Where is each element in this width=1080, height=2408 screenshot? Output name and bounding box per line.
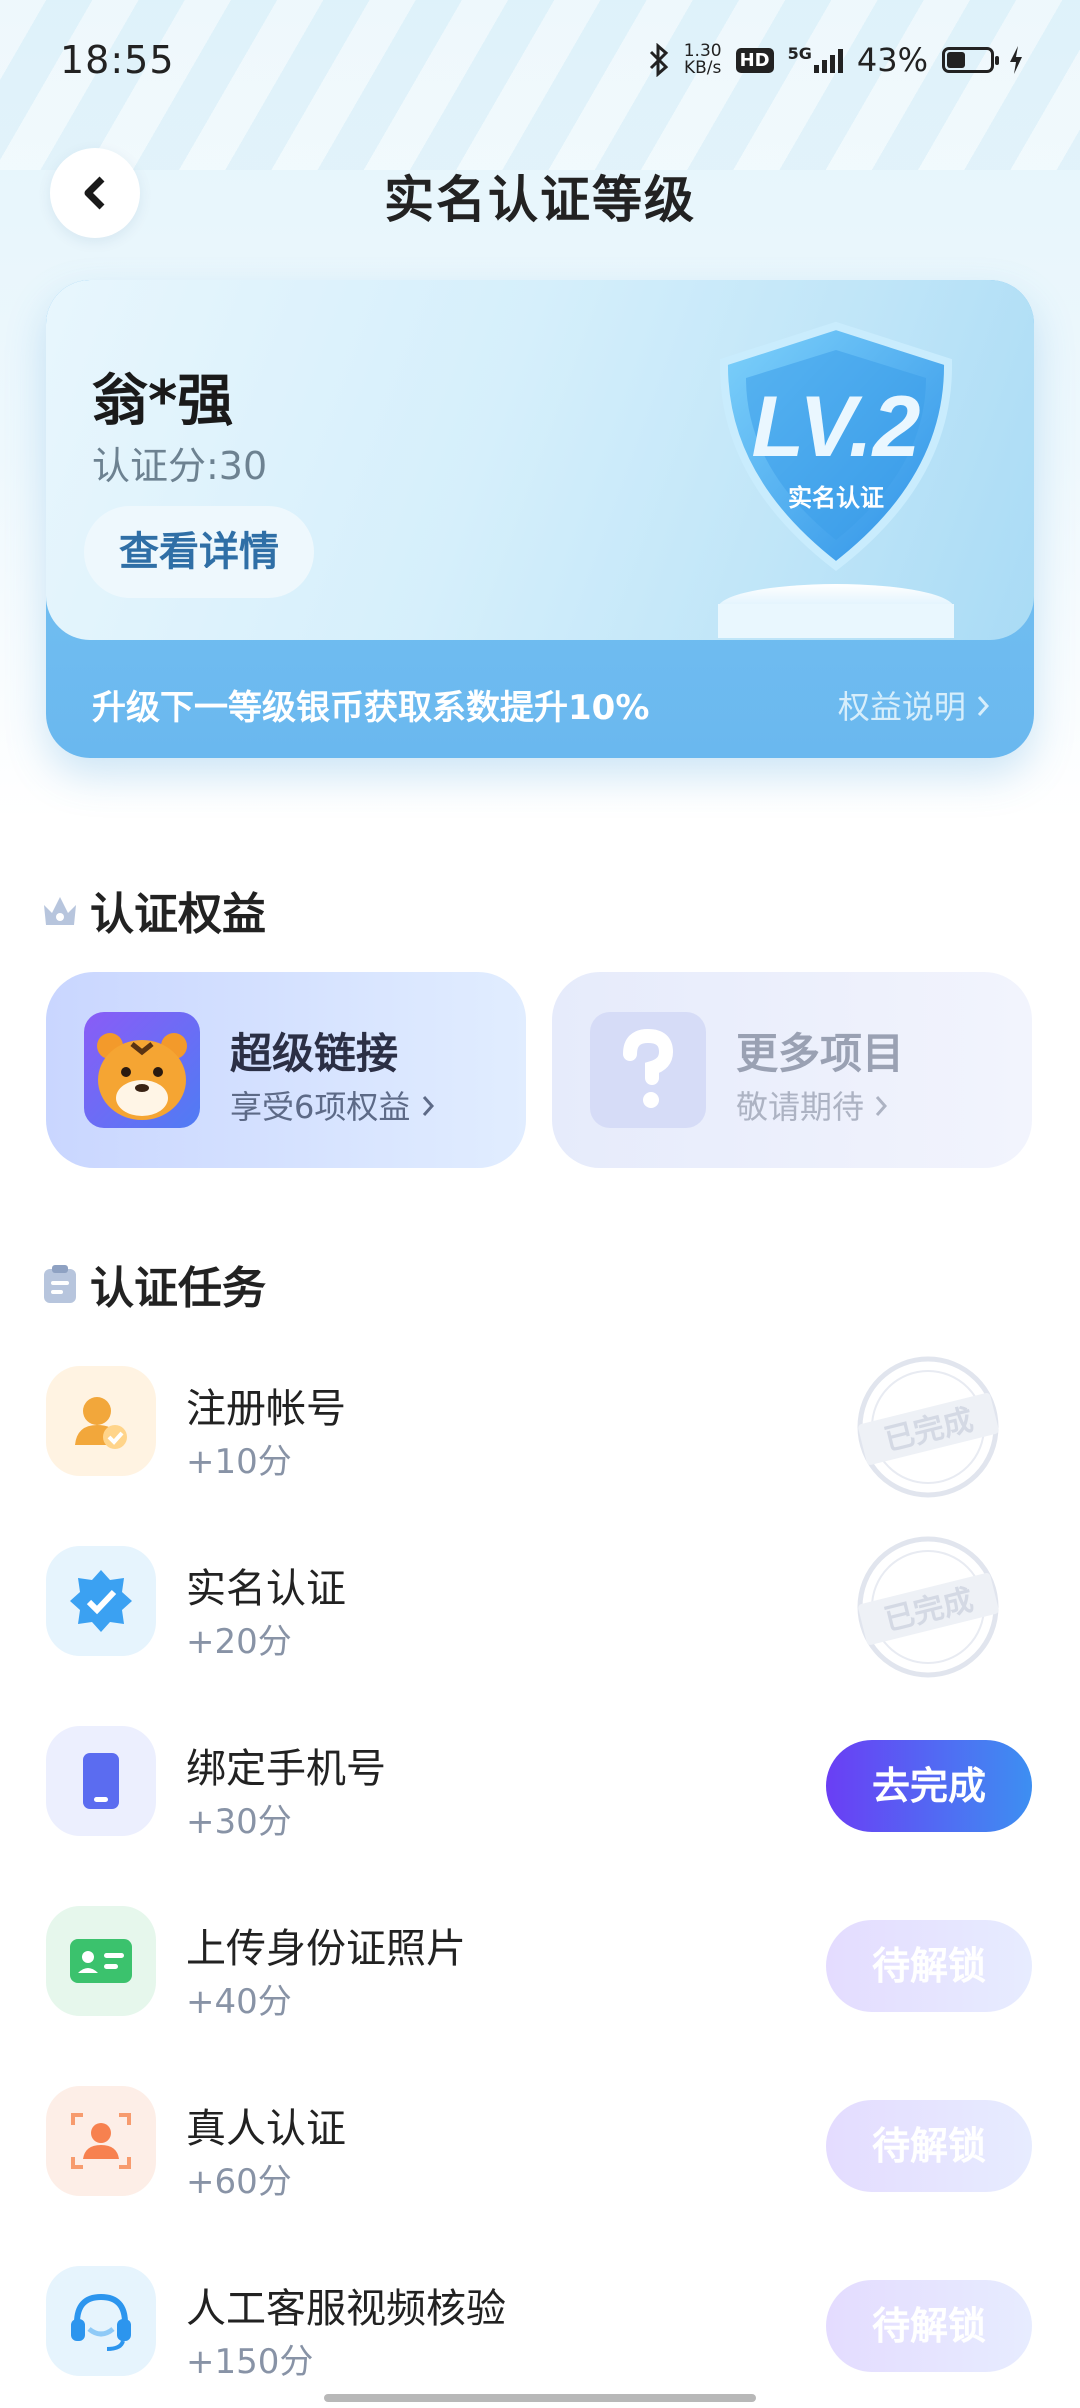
verified-badge-icon <box>46 1546 156 1656</box>
benefit-explanation-link[interactable]: 权益说明 <box>838 682 990 728</box>
completed-stamp-icon: 已完成 <box>857 1356 999 1498</box>
task-name: 绑定手机号 <box>186 1746 386 1792</box>
network-speed: 1.30 KB/s <box>684 43 722 77</box>
benefit-subtitle-text: 敬请期待 <box>736 1088 865 1126</box>
task-name: 实名认证 <box>186 1566 346 1612</box>
certification-score: 认证分:30 <box>92 444 268 488</box>
task-row: 实名认证 +20分 已完成 <box>46 1536 1034 1678</box>
home-indicator[interactable] <box>324 2394 756 2402</box>
network-speed-unit: KB/s <box>683 58 722 78</box>
headset-icon <box>46 2266 156 2376</box>
level-card-top: 翁*强 认证分:30 查看详情 LV.2 实名认证 <box>46 280 1034 640</box>
benefits-title-text: 认证权益 <box>90 889 266 940</box>
benefit-subtitle: 敬请期待 <box>736 1082 888 1128</box>
network-type: 5G <box>787 44 812 63</box>
battery-fill <box>947 52 965 68</box>
benefits-section-title: 认证权益 <box>40 878 266 942</box>
task-name: 人工客服视频核验 <box>186 2286 506 2332</box>
tasks-section-title: 认证任务 <box>40 1252 266 1316</box>
user-name: 翁*强 <box>92 369 234 434</box>
benefit-subtitle: 享受6项权益 <box>230 1082 435 1128</box>
level-shield-badge: LV.2 实名认证 <box>718 321 954 638</box>
cell-signal: 5G <box>787 44 843 73</box>
benefit-title: 超级链接 <box>230 1029 399 1078</box>
status-time: 18:55 <box>60 38 175 82</box>
benefit-title: 更多项目 <box>736 1029 905 1078</box>
hd-icon: HD <box>735 47 774 73</box>
charging-icon <box>1010 46 1022 74</box>
task-points: +150分 <box>186 2342 314 2382</box>
task-row: 上传身份证照片 +40分 待解锁 <box>46 1906 1034 2026</box>
badge-level-text: LV.2 <box>752 379 921 475</box>
tiger-mascot-icon <box>84 1012 200 1128</box>
task-name: 真人认证 <box>186 2106 346 2152</box>
task-row: 人工客服视频核验 +150分 待解锁 <box>46 2266 1034 2386</box>
locked-button[interactable]: 待解锁 <box>826 2280 1032 2372</box>
task-name: 注册帐号 <box>186 1386 346 1432</box>
locked-button[interactable]: 待解锁 <box>826 2100 1032 2192</box>
battery-percent: 43% <box>856 41 928 79</box>
task-points: +40分 <box>186 1982 292 2022</box>
completed-stamp-icon: 已完成 <box>857 1536 999 1678</box>
clipboard-icon <box>44 1265 76 1303</box>
chevron-right-icon <box>422 1096 434 1116</box>
status-bar: 18:55 1.30 KB/s HD 5G 43% <box>0 0 1080 120</box>
task-points: +60分 <box>186 2162 292 2202</box>
go-complete-button[interactable]: 去完成 <box>826 1740 1032 1832</box>
task-points: +30分 <box>186 1802 292 1842</box>
upgrade-tip: 升级下一等级银币获取系数提升10% <box>92 688 650 728</box>
phone-icon <box>46 1726 156 1836</box>
task-points: +20分 <box>186 1622 292 1662</box>
id-card-icon <box>46 1906 156 2016</box>
chevron-right-icon <box>876 1096 888 1116</box>
status-icons: 1.30 KB/s HD 5G 43% <box>648 36 1024 84</box>
crown-icon <box>44 897 76 925</box>
battery-icon <box>942 47 999 73</box>
task-points: +10分 <box>186 1442 292 1482</box>
chevron-right-icon <box>977 696 990 716</box>
task-row: 注册帐号 +10分 已完成 <box>46 1356 1034 1498</box>
signal-bars-icon <box>813 47 843 73</box>
question-mark-icon <box>590 1012 706 1128</box>
benefit-card-super-link[interactable]: 超级链接 享受6项权益 <box>46 972 526 1168</box>
view-details-button[interactable]: 查看详情 <box>84 506 314 598</box>
locked-button[interactable]: 待解锁 <box>826 1920 1032 2012</box>
page-title: 实名认证等级 <box>384 171 696 229</box>
badge-label-text: 实名认证 <box>788 484 884 512</box>
task-row: 真人认证 +60分 待解锁 <box>46 2086 1034 2206</box>
tasks-title-text: 认证任务 <box>90 1263 266 1314</box>
task-name: 上传身份证照片 <box>186 1926 466 1972</box>
benefit-explanation-label: 权益说明 <box>837 688 966 726</box>
level-card: 翁*强 认证分:30 查看详情 LV.2 实名认证 升级下一等级银币获取系数提升… <box>46 280 1034 758</box>
bluetooth-icon <box>649 43 668 77</box>
face-scan-icon <box>46 2086 156 2196</box>
benefit-card-more-items[interactable]: 更多项目 敬请期待 <box>552 972 1032 1168</box>
benefit-subtitle-text: 享受6项权益 <box>230 1088 411 1126</box>
register-account-icon <box>46 1366 156 1476</box>
task-row: 绑定手机号 +30分 去完成 <box>46 1726 1034 1846</box>
